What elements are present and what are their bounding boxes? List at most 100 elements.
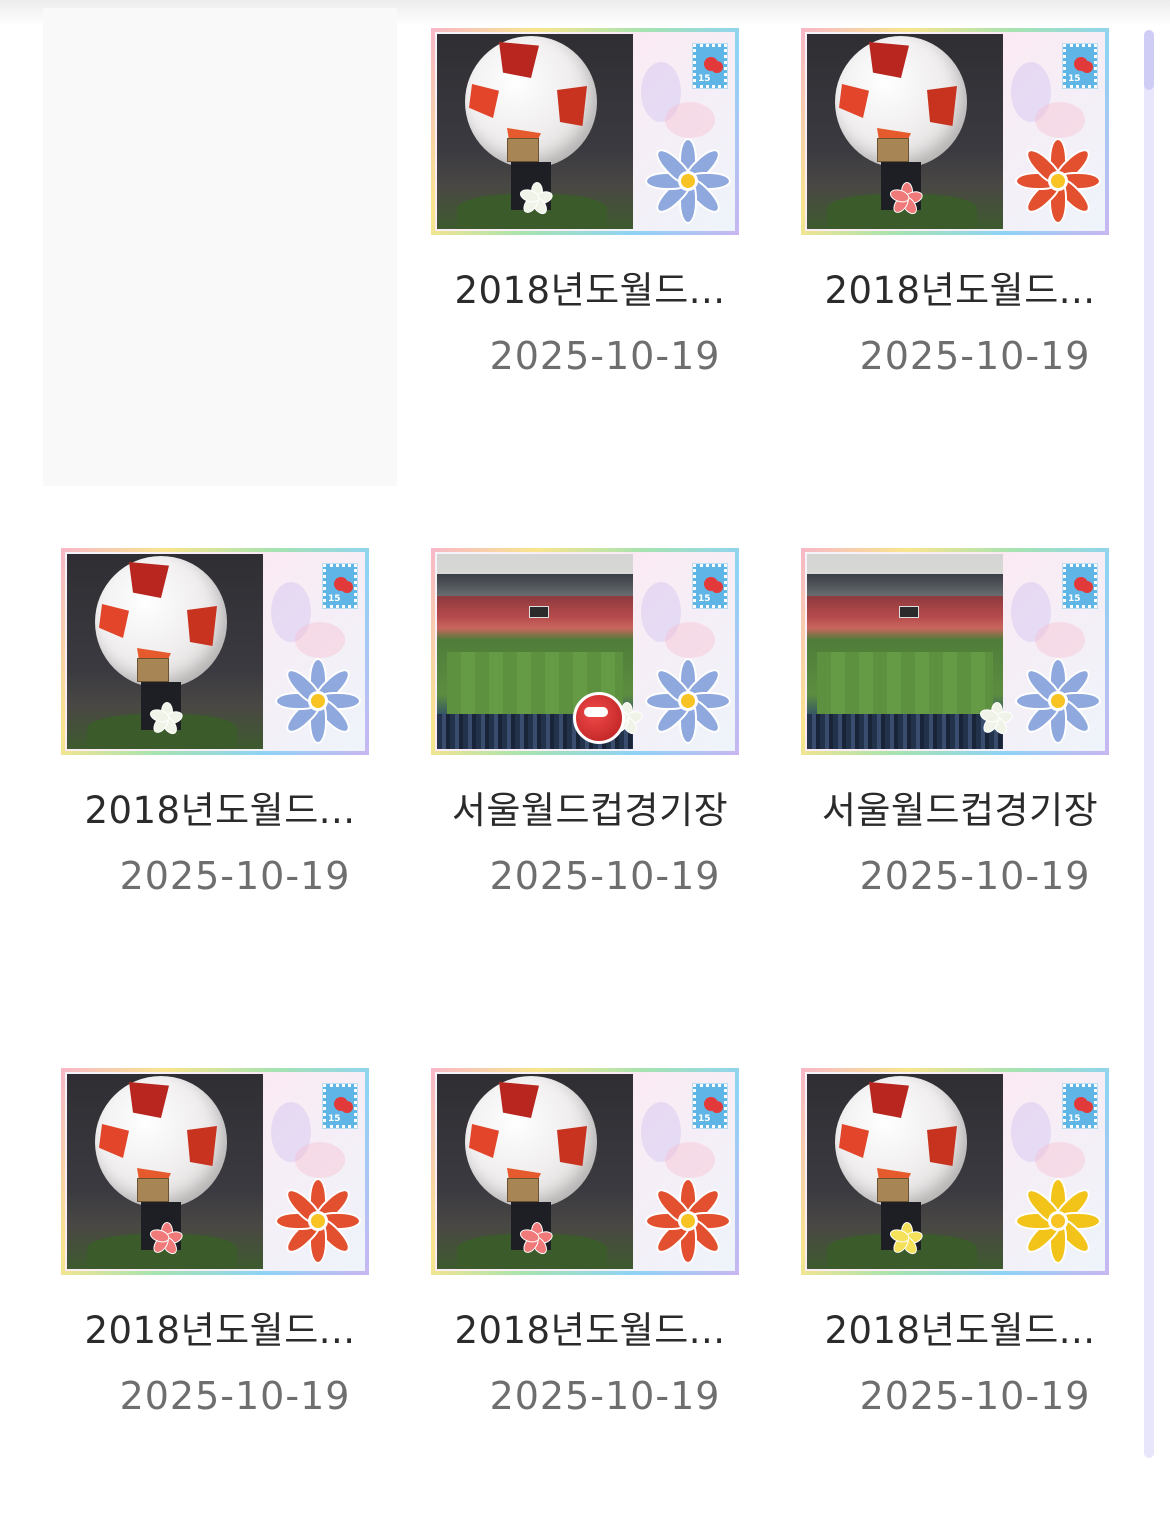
cherry-icon [341, 1101, 353, 1113]
ball-panel [927, 86, 957, 126]
stamp-decoration: 15 [635, 1072, 735, 1271]
cherry-icon [711, 61, 723, 73]
thumbnail-stamp-frame[interactable]: 15 [801, 548, 1109, 755]
stadium-roof [807, 574, 1003, 596]
background-petal [665, 622, 715, 658]
small-flower-icon [978, 702, 1015, 737]
ball-panel [557, 1126, 587, 1166]
item-date: 2025-10-19 [489, 854, 721, 898]
cherry-stamp-icon: 15 [692, 1083, 728, 1129]
football-pitch [817, 652, 993, 714]
small-flower-icon [148, 702, 185, 737]
thumbnail-stamp-frame[interactable]: 15 [801, 28, 1109, 235]
gallery-item[interactable]: 15 2018년도월드... 2025-10-19 [783, 8, 1137, 486]
cherry-icon [1081, 1101, 1093, 1113]
stamp-decoration: 15 [1005, 552, 1105, 751]
gallery-item[interactable]: 15 2018년도월드... 2025-10-19 [413, 8, 767, 486]
item-date: 2025-10-19 [119, 1374, 351, 1418]
scrollbar-thumb[interactable] [1144, 30, 1154, 90]
cherry-stamp-icon: 15 [1062, 1083, 1098, 1129]
item-title: 2018년도월드... [84, 789, 356, 832]
flower-icon [273, 1176, 363, 1266]
small-flower-icon [888, 1222, 925, 1257]
cherry-stamp-icon: 15 [322, 563, 358, 609]
item-title: 2018년도월드... [454, 1309, 726, 1352]
stamp-number: 15 [328, 594, 341, 604]
plaque [877, 1178, 909, 1202]
background-petal [295, 1142, 345, 1178]
background-petal [665, 102, 715, 138]
thumbnail-stamp-frame[interactable]: 15 [801, 1068, 1109, 1275]
cherry-stamp-icon: 15 [1062, 563, 1098, 609]
item-title: 2018년도월드... [454, 269, 726, 312]
item-date: 2025-10-19 [119, 854, 351, 898]
flower-center [678, 1211, 698, 1231]
stamp-number: 15 [698, 74, 711, 84]
item-date: 2025-10-19 [859, 854, 1091, 898]
thumbnail-stamp-frame[interactable]: 15 [61, 1068, 369, 1275]
item-date: 2025-10-19 [859, 1374, 1091, 1418]
thumbnail-stamp-frame[interactable]: 15 [431, 28, 739, 235]
plaque [507, 1178, 539, 1202]
gallery-item[interactable]: 15 서울월드컵경기장 2025-10-19 [783, 528, 1137, 1006]
plaque [137, 1178, 169, 1202]
stamp-decoration: 15 [1005, 32, 1105, 231]
gallery-item[interactable]: 15 2018년도월드... 2025-10-19 [43, 528, 397, 1006]
flower-center [308, 1211, 328, 1231]
flower-icon [643, 656, 733, 746]
gallery-item[interactable]: 15 2018년도월드... 2025-10-19 [43, 1048, 397, 1526]
cherry-icon [711, 581, 723, 593]
cherry-icon [341, 581, 353, 593]
item-title: 2018년도월드... [824, 269, 1096, 312]
item-title: 2018년도월드... [84, 1309, 356, 1352]
scoreboard [529, 606, 549, 618]
scoreboard [899, 606, 919, 618]
thumbnail-stamp-frame[interactable]: 15 [431, 548, 739, 755]
scrollbar-track[interactable] [1144, 30, 1154, 1458]
background-petal [1035, 1142, 1085, 1178]
cherry-icon [1081, 581, 1093, 593]
cherry-stamp-icon: 15 [1062, 43, 1098, 89]
stamp-number: 15 [1068, 594, 1081, 604]
flower-icon [643, 1176, 733, 1266]
flower-center [678, 171, 698, 191]
background-petal [295, 622, 345, 658]
cherry-icon [711, 1101, 723, 1113]
ball-panel [927, 1126, 957, 1166]
stamp-decoration: 15 [635, 552, 735, 751]
gallery-item[interactable]: 15 2018년도월드... 2025-10-19 [413, 1048, 767, 1526]
stamp-number: 15 [1068, 74, 1081, 84]
flower-center [1048, 1211, 1068, 1231]
photo-grid: 15 2018년도월드... 2025-10-19 15 2018년도월드...… [0, 0, 1130, 1458]
cherry-stamp-icon: 15 [692, 43, 728, 89]
ball-panel [557, 86, 587, 126]
thumbnail-stamp-frame[interactable]: 15 [61, 548, 369, 755]
stadium-roof [437, 574, 633, 596]
item-title: 서울월드컵경기장 [821, 789, 1099, 832]
stamp-number: 15 [698, 594, 711, 604]
mascot-icon [573, 692, 625, 744]
empty-placeholder-tile [43, 8, 397, 486]
cherry-stamp-icon: 15 [692, 563, 728, 609]
stamp-decoration: 15 [1005, 1072, 1105, 1271]
thumbnail-stamp-frame[interactable]: 15 [431, 1068, 739, 1275]
stamp-decoration: 15 [265, 1072, 365, 1271]
plaque [507, 138, 539, 162]
item-title: 2018년도월드... [824, 1309, 1096, 1352]
flower-center [1048, 171, 1068, 191]
ball-panel [187, 606, 217, 646]
stamp-number: 15 [328, 1114, 341, 1124]
small-flower-icon [518, 1222, 555, 1257]
flower-center [678, 691, 698, 711]
plaque [137, 658, 169, 682]
crowd [807, 714, 1003, 749]
item-title: 서울월드컵경기장 [451, 789, 729, 832]
small-flower-icon [148, 1222, 185, 1257]
gallery-item[interactable]: 15 서울월드컵경기장 2025-10-19 [413, 528, 767, 1006]
stamp-number: 15 [698, 1114, 711, 1124]
small-flower-icon [888, 182, 925, 217]
stamp-number: 15 [1068, 1114, 1081, 1124]
item-date: 2025-10-19 [489, 1374, 721, 1418]
item-date: 2025-10-19 [859, 334, 1091, 378]
gallery-item[interactable]: 15 2018년도월드... 2025-10-19 [783, 1048, 1137, 1526]
